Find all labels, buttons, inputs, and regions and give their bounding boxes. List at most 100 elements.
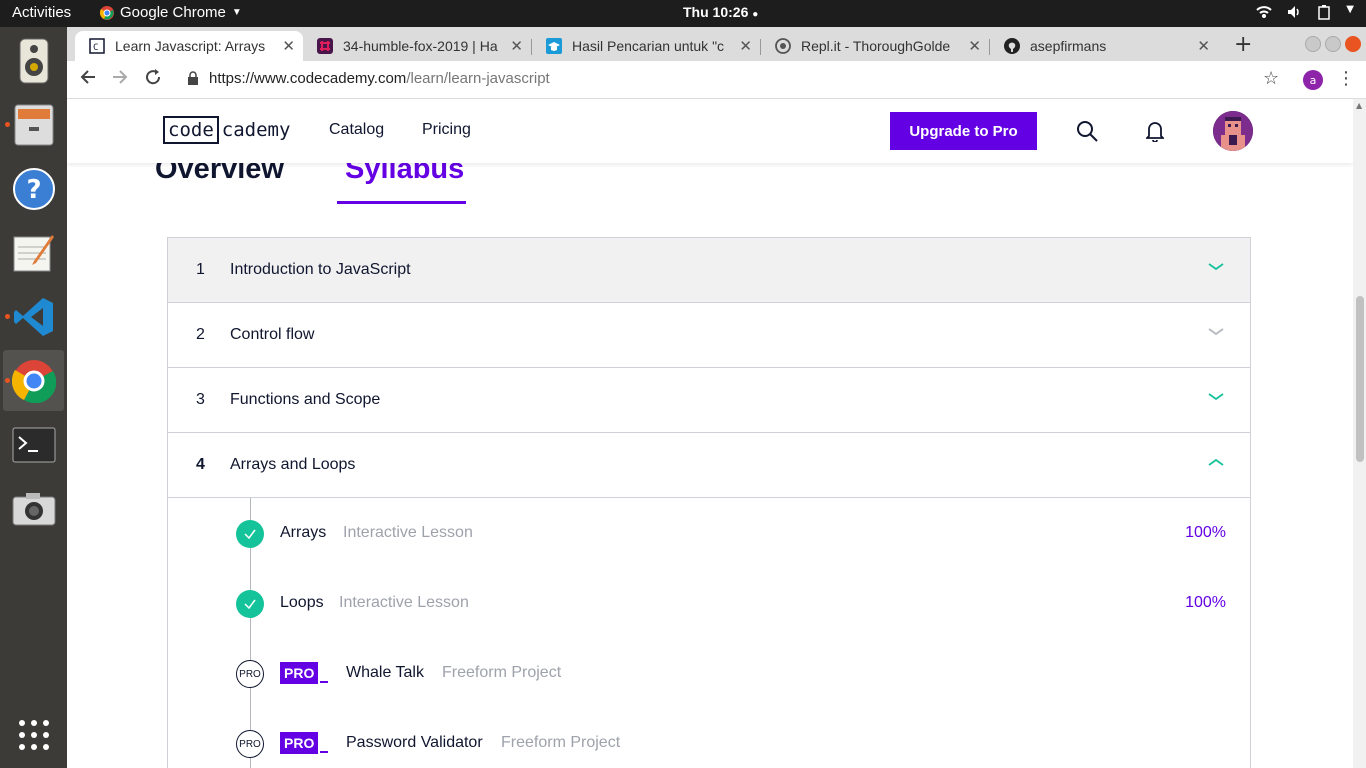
pro-badge-cursor bbox=[320, 681, 329, 683]
chrome-icon bbox=[11, 359, 56, 403]
close-tab-icon[interactable]: ✕ bbox=[1197, 37, 1210, 55]
browser-tab-github[interactable]: asepfirmans ✕ bbox=[990, 31, 1218, 61]
github-favicon-icon bbox=[1004, 38, 1020, 54]
new-tab-button[interactable]: + bbox=[1234, 32, 1252, 57]
back-button[interactable] bbox=[79, 68, 97, 91]
module-row[interactable]: 3 Functions and Scope bbox=[168, 368, 1250, 433]
module-row[interactable]: 4 Arrays and Loops bbox=[168, 433, 1250, 498]
chrome-icon bbox=[100, 5, 114, 20]
dock-terminal[interactable] bbox=[3, 414, 64, 475]
logo-rest-text: cademy bbox=[221, 119, 291, 141]
close-tab-icon[interactable]: ✕ bbox=[739, 37, 752, 55]
browser-toolbar: https://www.codecademy.com/learn/learn-j… bbox=[67, 61, 1366, 99]
clock-label: Thu 10:26 bbox=[683, 4, 749, 20]
scroll-up-icon[interactable]: ▲ bbox=[1356, 101, 1362, 110]
codecademy-logo[interactable]: code cademy bbox=[163, 116, 290, 144]
dock-chrome[interactable] bbox=[3, 350, 64, 411]
search-icon[interactable] bbox=[1076, 120, 1098, 146]
running-indicator bbox=[5, 378, 10, 383]
notepad-icon bbox=[13, 234, 54, 271]
camera-icon bbox=[12, 492, 55, 525]
maximize-window-button[interactable] bbox=[1325, 36, 1341, 52]
pro-badge-label: PRO bbox=[280, 732, 319, 754]
dock-help[interactable]: ? bbox=[3, 158, 64, 219]
lesson-name: Arrays bbox=[280, 524, 327, 541]
dock-screenshot[interactable] bbox=[3, 478, 64, 539]
codecademy-favicon-icon: C bbox=[89, 38, 105, 54]
chrome-menu-icon[interactable]: ⋮ bbox=[1337, 68, 1355, 89]
browser-tab-slack[interactable]: 34-humble-fox-2019 | Ha ✕ bbox=[303, 31, 531, 61]
module-row[interactable]: 1 Introduction to JavaScript bbox=[168, 238, 1250, 303]
pro-badge-label: PRO bbox=[280, 662, 319, 684]
lesson-progress: 100% bbox=[1185, 594, 1226, 611]
browser-tab-replit[interactable]: Repl.it - ThoroughGolde ✕ bbox=[761, 31, 989, 61]
nav-pricing[interactable]: Pricing bbox=[422, 121, 471, 139]
upgrade-to-pro-button[interactable]: Upgrade to Pro bbox=[890, 112, 1037, 150]
logo-box-text: code bbox=[163, 116, 219, 144]
lesson-type: Freeform Project bbox=[442, 664, 562, 681]
close-window-button[interactable] bbox=[1345, 36, 1361, 52]
pro-lock-icon: PRO bbox=[236, 660, 264, 688]
url-host: https://www.codecademy.com bbox=[209, 70, 407, 87]
page-content: code cademy Catalog Pricing Upgrade to Pr… bbox=[67, 99, 1353, 768]
bookmark-star-icon[interactable]: ☆ bbox=[1263, 68, 1279, 89]
nav-catalog[interactable]: Catalog bbox=[329, 121, 384, 139]
running-indicator bbox=[5, 122, 10, 127]
dock-vscode[interactable] bbox=[3, 286, 64, 347]
dock-rhythmbox[interactable] bbox=[3, 30, 64, 91]
module-title: Arrays and Loops bbox=[230, 456, 356, 473]
slack-favicon-icon bbox=[317, 38, 333, 54]
app-menu[interactable]: Google Chrome ▼ bbox=[100, 4, 242, 21]
system-top-bar: Activities Google Chrome ▼ Thu 10:26 ● ▼ bbox=[0, 0, 1366, 27]
tab-title: asepfirmans bbox=[1030, 38, 1107, 54]
tab-title: 34-humble-fox-2019 | Ha bbox=[343, 38, 498, 54]
tab-title: Repl.it - ThoroughGolde bbox=[801, 38, 951, 54]
forward-button[interactable] bbox=[111, 68, 129, 91]
bell-icon[interactable] bbox=[1144, 120, 1166, 146]
reload-icon bbox=[146, 69, 161, 85]
address-bar[interactable]: https://www.codecademy.com/learn/learn-j… bbox=[209, 70, 550, 87]
dock-files[interactable] bbox=[3, 94, 64, 155]
dock-show-apps[interactable] bbox=[3, 704, 64, 765]
pixel-avatar-icon bbox=[1213, 111, 1253, 151]
running-indicator bbox=[5, 314, 10, 319]
lesson-type: Interactive Lesson bbox=[343, 524, 473, 541]
user-avatar[interactable] bbox=[1213, 111, 1253, 151]
lesson-name: Password Validator bbox=[346, 734, 483, 751]
volume-icon bbox=[1288, 6, 1300, 18]
browser-tab-codecademy[interactable]: C Learn Javascript: Arrays ✕ bbox=[75, 31, 303, 61]
close-tab-icon[interactable]: ✕ bbox=[968, 37, 981, 55]
module-number: 3 bbox=[196, 391, 205, 408]
module-row[interactable]: 2 Control flow bbox=[168, 303, 1250, 368]
file-cabinet-icon bbox=[14, 104, 53, 145]
close-tab-icon[interactable]: ✕ bbox=[282, 37, 295, 55]
replit-favicon-icon bbox=[775, 38, 791, 54]
page-scrollbar[interactable]: ▲ bbox=[1353, 99, 1366, 768]
lesson-row[interactable]: PRO PRO Whale Talk Freeform Project bbox=[168, 638, 1250, 708]
activities-button[interactable]: Activities bbox=[12, 4, 71, 21]
lesson-row[interactable]: Arrays Interactive Lesson 100% bbox=[168, 498, 1250, 568]
module-number: 1 bbox=[196, 261, 205, 278]
chevron-down-icon: ▼ bbox=[231, 7, 242, 18]
speaker-icon bbox=[19, 38, 48, 83]
dock-text-editor[interactable] bbox=[3, 222, 64, 283]
chevron-down-icon bbox=[1208, 393, 1224, 401]
arrow-right-icon bbox=[113, 70, 128, 84]
tab-title: Hasil Pencarian untuk "c bbox=[572, 38, 725, 54]
system-tray[interactable]: ▼ bbox=[1256, 4, 1354, 20]
scrollbar-thumb[interactable] bbox=[1356, 296, 1364, 462]
app-menu-label: Google Chrome bbox=[120, 4, 226, 21]
browser-tab-search[interactable]: Hasil Pencarian untuk "c ✕ bbox=[532, 31, 760, 61]
chevron-down-icon: ▼ bbox=[1346, 4, 1354, 15]
clock[interactable]: Thu 10:26 ● bbox=[683, 4, 758, 20]
tab-title: Learn Javascript: Arrays bbox=[115, 38, 266, 54]
dock: ? bbox=[0, 27, 67, 768]
arrow-left-icon bbox=[80, 70, 95, 84]
lock-icon[interactable] bbox=[187, 70, 199, 91]
minimize-window-button[interactable] bbox=[1305, 36, 1321, 52]
lesson-row[interactable]: Loops Interactive Lesson 100% bbox=[168, 568, 1250, 638]
profile-avatar[interactable]: a bbox=[1303, 70, 1323, 90]
lesson-row[interactable]: PRO PRO Password Validator Freeform Proj… bbox=[168, 708, 1250, 768]
close-tab-icon[interactable]: ✕ bbox=[510, 37, 523, 55]
reload-button[interactable] bbox=[144, 68, 162, 91]
